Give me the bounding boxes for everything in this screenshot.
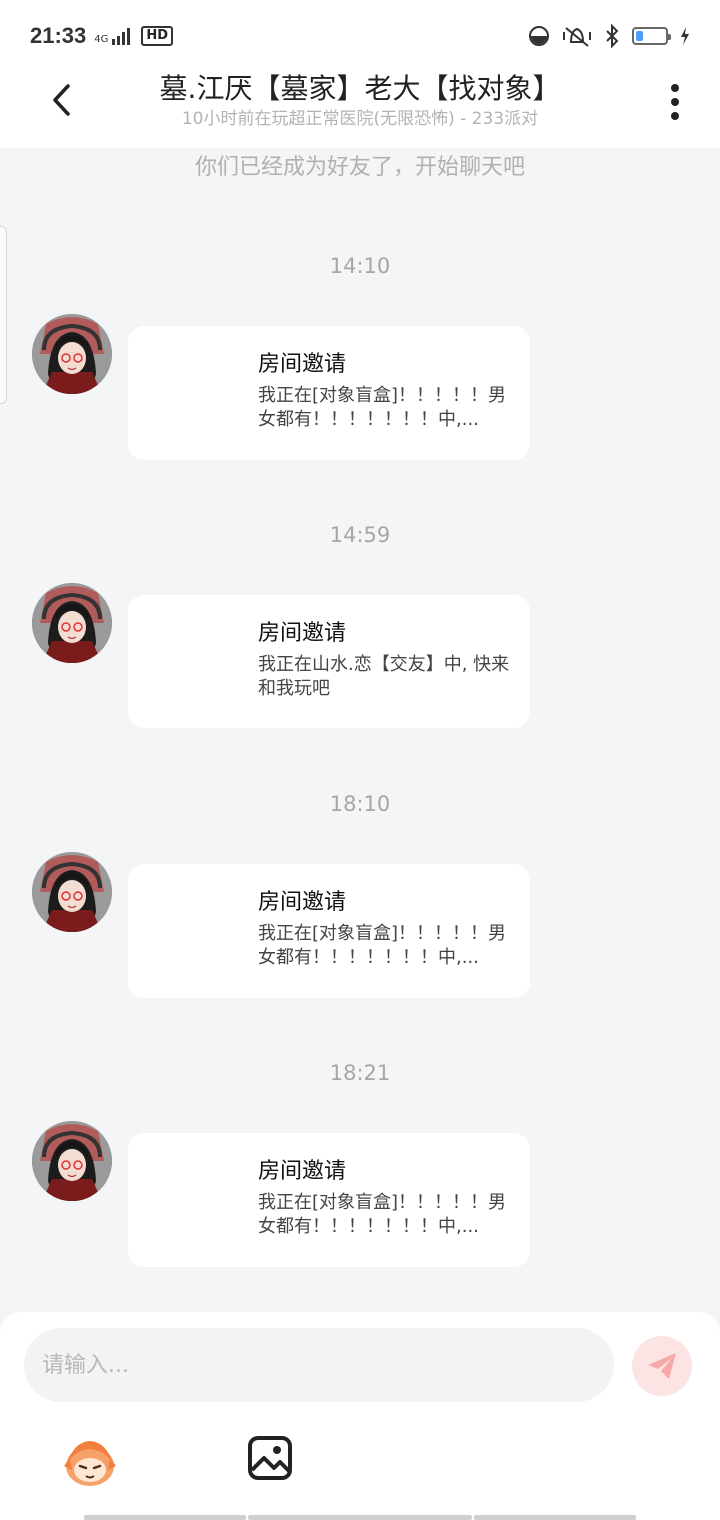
send-button[interactable] <box>632 1336 692 1396</box>
data-saver-icon <box>529 26 549 46</box>
emoji-button[interactable] <box>60 1432 120 1492</box>
room-invite-card[interactable]: 房间邀请我正在[对象盲盒]！！！！！男女都有！！！！！！！中,... <box>128 326 530 460</box>
image-button[interactable] <box>246 1434 294 1482</box>
avatar[interactable] <box>32 583 112 663</box>
image-icon <box>248 1436 292 1480</box>
room-invite-card[interactable]: 房间邀请我正在[对象盲盒]！！！！！男女都有！！！！！！！中,... <box>128 1133 530 1267</box>
side-handle[interactable] <box>0 226 7 404</box>
avatar[interactable] <box>32 314 112 394</box>
room-invite-card[interactable]: 房间邀请我正在[对象盲盒]！！！！！男女都有！！！！！！！中,... <box>128 864 530 998</box>
invite-description: 我正在[对象盲盒]！！！！！男女都有！！！！！！！中,... <box>258 1192 507 1237</box>
invite-title: 房间邀请 <box>258 1159 347 1184</box>
page-title: 墓.江厌【墓家】老大【找对象】 <box>159 72 561 105</box>
bluetooth-icon <box>606 24 619 48</box>
room-invite-card[interactable]: 房间邀请我正在山水.恋【交友】中, 快来和我玩吧 <box>128 595 530 728</box>
chevron-left-icon <box>53 84 70 116</box>
friend-notice: 你们已经成为好友了，开始聊天吧 <box>194 155 525 180</box>
signal-icon: 4G <box>94 27 133 45</box>
charging-icon <box>681 27 689 45</box>
message-time: 14:10 <box>329 254 391 278</box>
bottom-divider <box>474 1515 636 1520</box>
invite-title: 房间邀请 <box>258 890 347 915</box>
emoji-face-icon <box>64 1441 116 1486</box>
message-time: 18:21 <box>329 1061 391 1085</box>
more-vertical-icon <box>671 84 679 92</box>
status-right <box>528 24 690 48</box>
chat-header: 墓.江厌【墓家】老大【找对象】 10小时前在玩超正常医院(无限恐怖) - 233… <box>0 72 720 148</box>
battery-fill <box>636 31 643 41</box>
invite-title: 房间邀请 <box>258 352 347 377</box>
hd-badge: HD <box>141 26 174 46</box>
avatar[interactable] <box>32 852 112 932</box>
bottom-divider <box>84 1515 246 1520</box>
bottom-divider <box>248 1515 472 1520</box>
invite-description: 我正在[对象盲盒]！！！！！男女都有！！！！！！！中,... <box>258 385 507 430</box>
vibrate-off-icon <box>563 27 591 47</box>
composer <box>0 1312 720 1520</box>
invite-description: 我正在山水.恋【交友】中, 快来和我玩吧 <box>258 654 510 699</box>
message-time: 18:10 <box>329 792 391 816</box>
network-type: 4G <box>94 34 109 45</box>
invite-title: 房间邀请 <box>258 621 347 646</box>
message-input[interactable] <box>24 1328 614 1402</box>
send-icon <box>648 1353 676 1379</box>
page-subtitle: 10小时前在玩超正常医院(无限恐怖) - 233派对 <box>181 109 539 129</box>
back-button[interactable] <box>40 78 84 122</box>
avatar[interactable] <box>32 1121 112 1201</box>
more-button[interactable] <box>660 78 690 126</box>
status-time: 21:33 <box>30 23 87 48</box>
invite-description: 我正在[对象盲盒]！！！！！男女都有！！！！！！！中,... <box>258 923 507 968</box>
status-bar: 21:33 4G HD <box>0 0 720 72</box>
battery-icon <box>632 27 671 45</box>
status-left: 21:33 4G HD <box>30 23 174 49</box>
message-time: 14:59 <box>329 523 391 547</box>
